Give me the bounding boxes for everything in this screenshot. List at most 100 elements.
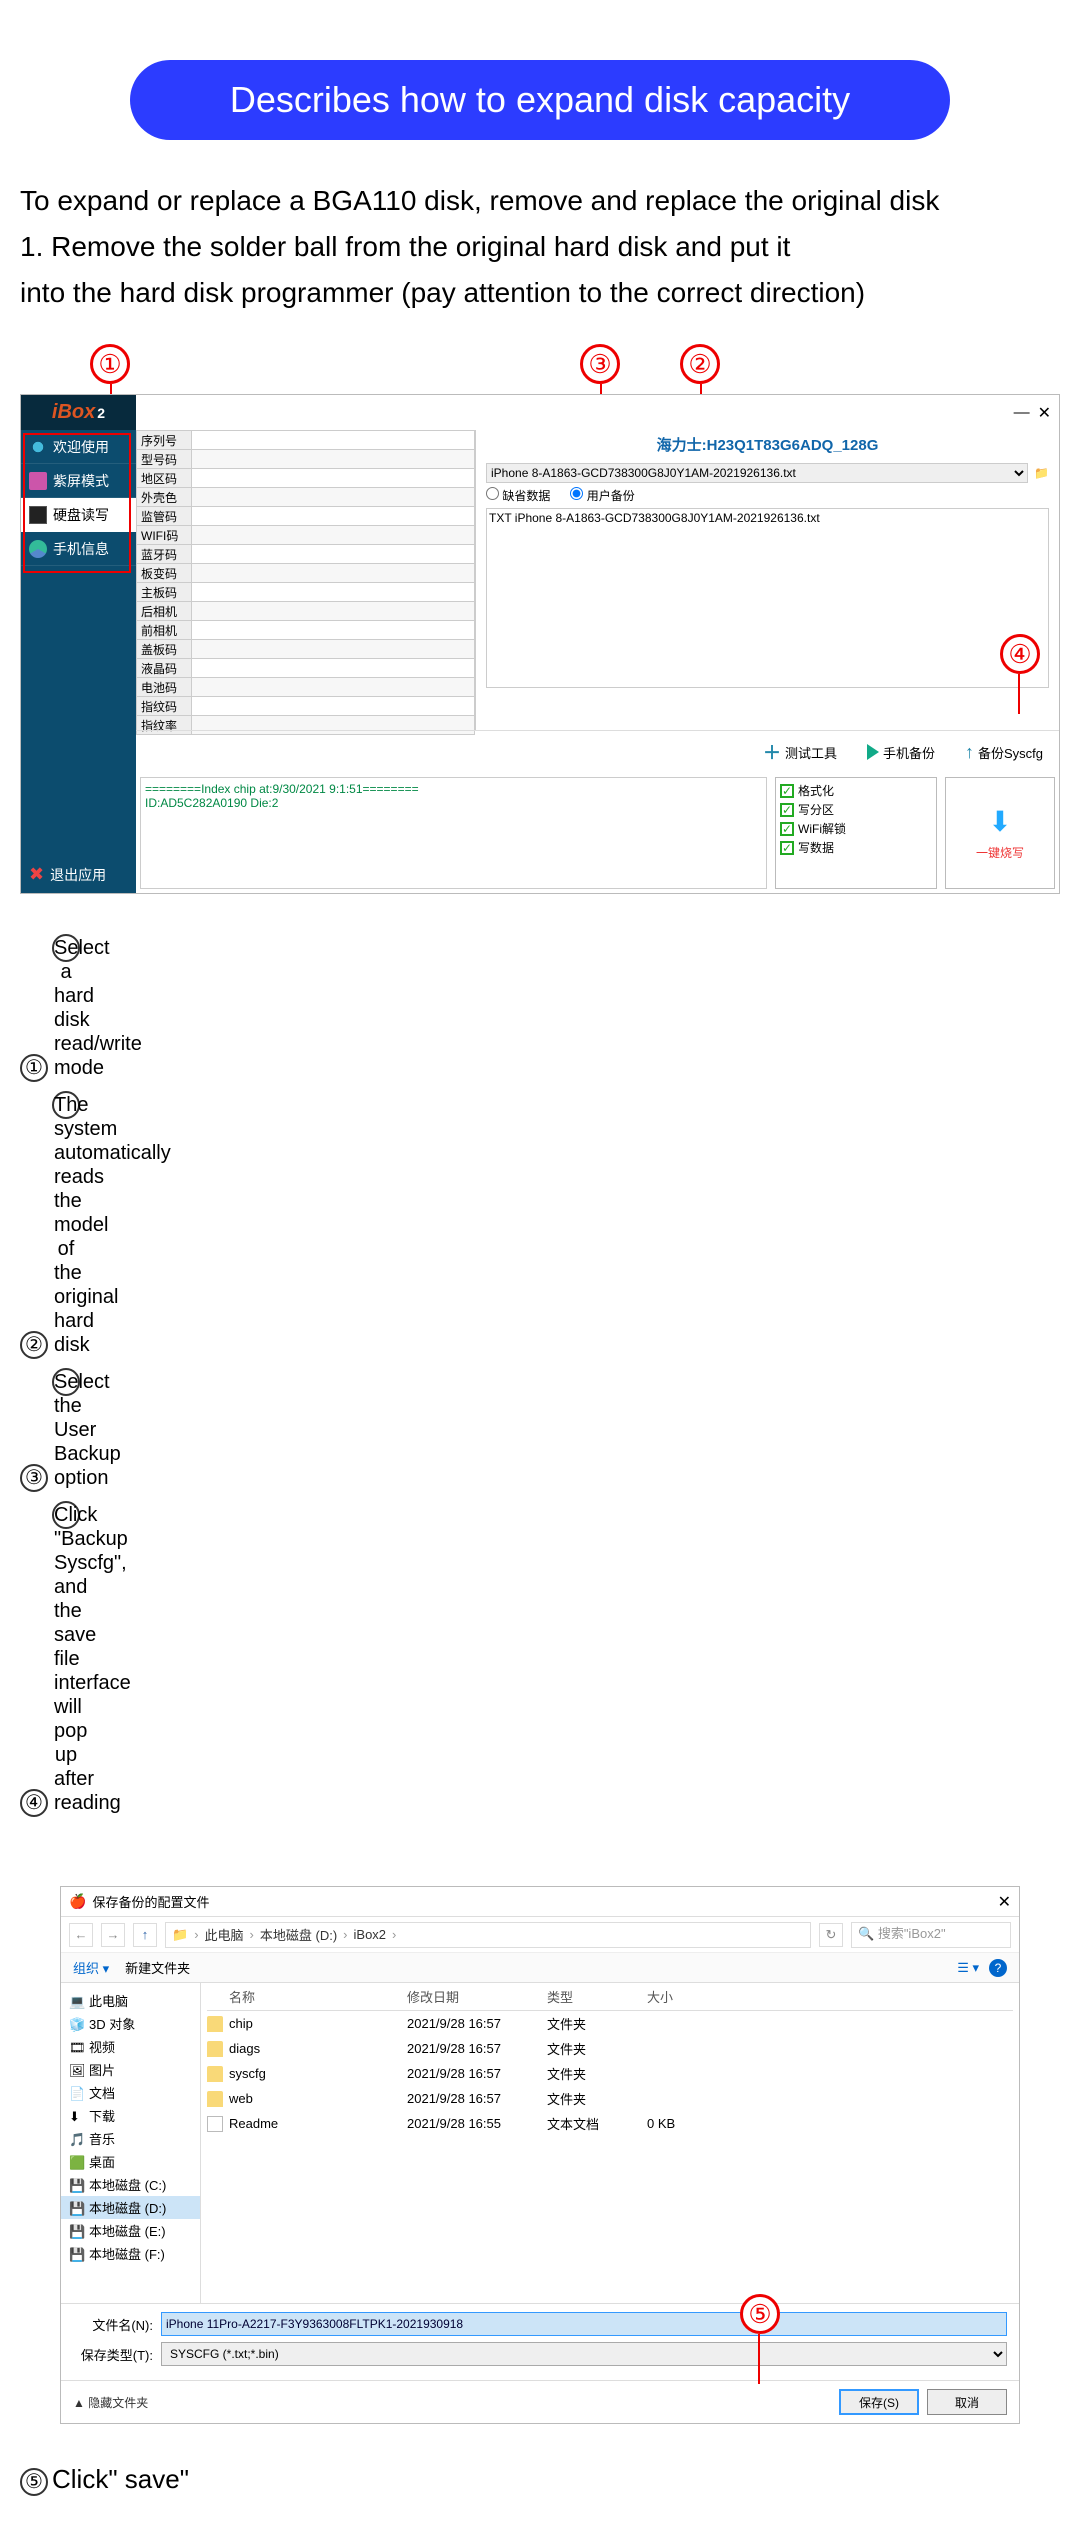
organize-menu[interactable]: 组织 ▾	[73, 1958, 109, 1977]
file-select[interactable]: iPhone 8-A1863-GCD738300G8J0Y1AM-2021926…	[486, 463, 1028, 483]
prop-value[interactable]	[192, 545, 475, 564]
file-list[interactable]: TXT iPhone 8-A1863-GCD738300G8J0Y1AM-202…	[486, 508, 1049, 688]
disk-icon: 💾	[69, 2201, 83, 2215]
tool-phone-backup[interactable]: 手机备份	[867, 739, 935, 765]
tree-item[interactable]: 🎞视频	[61, 2035, 200, 2058]
callout-5: ⑤	[740, 2294, 780, 2334]
ibox-app-window: iBox2 欢迎使用 紫屏模式 硬盘读写 手机信息 ✖退出应用 — ✕ 序列号型…	[20, 394, 1060, 894]
file-row[interactable]: Readme 2021/9/28 16:55 文本文档 0 KB	[207, 2111, 1013, 2136]
help-button[interactable]: ?	[989, 1959, 1007, 1977]
checkbox-icon[interactable]: ✓	[780, 822, 794, 836]
dialog-title: 保存备份的配置文件	[92, 1892, 209, 1911]
folder-tree[interactable]: 💻此电脑🧊3D 对象🎞视频🖼图片📄文档⬇下载🎵音乐🟩桌面💾本地磁盘 (C:)💾本…	[61, 1983, 201, 2303]
sidebar-item-welcome[interactable]: 欢迎使用	[21, 430, 136, 464]
folder-icon[interactable]: 📁	[1034, 466, 1049, 480]
tree-item[interactable]: 💾本地磁盘 (C:)	[61, 2173, 200, 2196]
breadcrumb[interactable]: 📁› 此电脑› 本地磁盘 (D:)› iBox2›	[165, 1922, 811, 1948]
prop-value[interactable]	[192, 564, 475, 583]
checkbox-icon[interactable]: ✓	[780, 841, 794, 855]
filetype-select[interactable]: SYSCFG (*.txt;*.bin)	[161, 2342, 1007, 2366]
plus-icon: ＋	[763, 739, 781, 765]
view-options[interactable]: ☰ ▾	[957, 1960, 979, 1976]
prop-value[interactable]	[192, 431, 475, 450]
save-button[interactable]: 保存(S)	[839, 2389, 919, 2415]
file-browser[interactable]: 名称 修改日期 类型 大小 chip 2021/9/28 16:57 文件夹 d…	[201, 1983, 1019, 2303]
tree-item[interactable]: 🟩桌面	[61, 2150, 200, 2173]
prop-value[interactable]	[192, 450, 475, 469]
dialog-close-button[interactable]: ✕	[998, 1892, 1011, 1912]
filetype-label: 保存类型(T):	[73, 2345, 153, 2364]
sidebar-item-phone[interactable]: 手机信息	[21, 532, 136, 566]
tree-item[interactable]: 🧊3D 对象	[61, 2012, 200, 2035]
prop-value[interactable]	[192, 697, 475, 716]
close-button[interactable]: ✕	[1038, 403, 1051, 423]
tool-test[interactable]: ＋测试工具	[763, 739, 837, 765]
checkbox-icon[interactable]: ✓	[780, 784, 794, 798]
minimize-button[interactable]: —	[1014, 404, 1030, 422]
prop-value[interactable]	[192, 602, 475, 621]
chip-model-label: 海力士:H23Q1T83G6ADQ_128G	[486, 434, 1049, 455]
tree-item[interactable]: 🎵音乐	[61, 2127, 200, 2150]
sidebar-item-purple[interactable]: 紫屏模式	[21, 464, 136, 498]
new-folder-button[interactable]: 新建文件夹	[125, 1958, 190, 1977]
pc-icon: 💻	[69, 1994, 83, 2008]
file-row[interactable]: web 2021/9/28 16:57 文件夹	[207, 2086, 1013, 2111]
tool-backup-syscfg[interactable]: ↑备份Syscfg	[965, 739, 1043, 765]
prop-value[interactable]	[192, 507, 475, 526]
prop-label: 液晶码	[137, 659, 192, 678]
sidebar-exit[interactable]: ✖退出应用	[29, 864, 106, 885]
screen-icon	[29, 472, 47, 490]
prop-value[interactable]	[192, 469, 475, 488]
tree-item[interactable]: ⬇下载	[61, 2104, 200, 2127]
filename-input[interactable]	[161, 2312, 1007, 2336]
prop-value[interactable]	[192, 640, 475, 659]
prop-value[interactable]	[192, 659, 475, 678]
prop-value[interactable]	[192, 488, 475, 507]
prop-value[interactable]	[192, 583, 475, 602]
download-icon: ⬇	[988, 805, 1011, 838]
prop-value[interactable]	[192, 678, 475, 697]
tree-item[interactable]: 🖼图片	[61, 2058, 200, 2081]
save-dialog: 🍎 保存备份的配置文件 ✕ ← → ↑ 📁› 此电脑› 本地磁盘 (D:)› i…	[60, 1886, 1020, 2424]
hide-folders-toggle[interactable]: ▲ 隐藏文件夹	[73, 2394, 148, 2411]
forward-button[interactable]: →	[101, 1923, 125, 1947]
check-label: WiFi解锁	[798, 820, 846, 837]
prop-label: 盖板码	[137, 640, 192, 659]
tree-item[interactable]: 💾本地磁盘 (D:)	[61, 2196, 200, 2219]
disk-icon: 💾	[69, 2178, 83, 2192]
sidebar: iBox2 欢迎使用 紫屏模式 硬盘读写 手机信息 ✖退出应用	[21, 395, 136, 893]
folder-icon	[207, 2016, 223, 2032]
check-label: 格式化	[798, 782, 834, 799]
file-row[interactable]: syscfg 2021/9/28 16:57 文件夹	[207, 2061, 1013, 2086]
prop-label: 主板码	[137, 583, 192, 602]
refresh-button[interactable]: ↻	[819, 1923, 843, 1947]
prop-label: 指纹码	[137, 697, 192, 716]
up-button[interactable]: ↑	[133, 1923, 157, 1947]
sidebar-item-hdd[interactable]: 硬盘读写	[21, 498, 136, 532]
tree-item[interactable]: 💻此电脑	[61, 1989, 200, 2012]
tree-item[interactable]: 💾本地磁盘 (F:)	[61, 2242, 200, 2265]
refresh-icon	[29, 540, 47, 558]
tree-item[interactable]: 💾本地磁盘 (E:)	[61, 2219, 200, 2242]
back-button[interactable]: ←	[69, 1923, 93, 1947]
search-input[interactable]: 🔍 搜索"iBox2"	[851, 1922, 1011, 1948]
pic-icon: 🖼	[69, 2063, 83, 2077]
properties-panel: 序列号型号码地区码外壳色监管码WIFI码蓝牙码板变码主板码后相机前相机盖板码液晶…	[136, 430, 476, 730]
file-row[interactable]: chip 2021/9/28 16:57 文件夹	[207, 2011, 1013, 2036]
checkbox-icon[interactable]: ✓	[780, 803, 794, 817]
checklist: ✓格式化✓写分区✓WiFi解锁✓写数据	[775, 777, 937, 889]
folder-icon	[207, 2091, 223, 2107]
app-logo: iBox2	[21, 395, 136, 430]
prop-label: WIFI码	[137, 526, 192, 545]
burn-button[interactable]: ⬇ 一键烧写	[945, 777, 1055, 889]
prop-label: 前相机	[137, 621, 192, 640]
tree-item[interactable]: 📄文档	[61, 2081, 200, 2104]
desk-icon: 🟩	[69, 2155, 83, 2169]
radio-default[interactable]: 缺省数据	[486, 487, 550, 504]
radio-user-backup[interactable]: 用户备份	[570, 487, 634, 504]
music-icon: 🎵	[69, 2132, 83, 2146]
file-row[interactable]: diags 2021/9/28 16:57 文件夹	[207, 2036, 1013, 2061]
prop-value[interactable]	[192, 621, 475, 640]
prop-value[interactable]	[192, 526, 475, 545]
cancel-button[interactable]: 取消	[927, 2389, 1007, 2415]
